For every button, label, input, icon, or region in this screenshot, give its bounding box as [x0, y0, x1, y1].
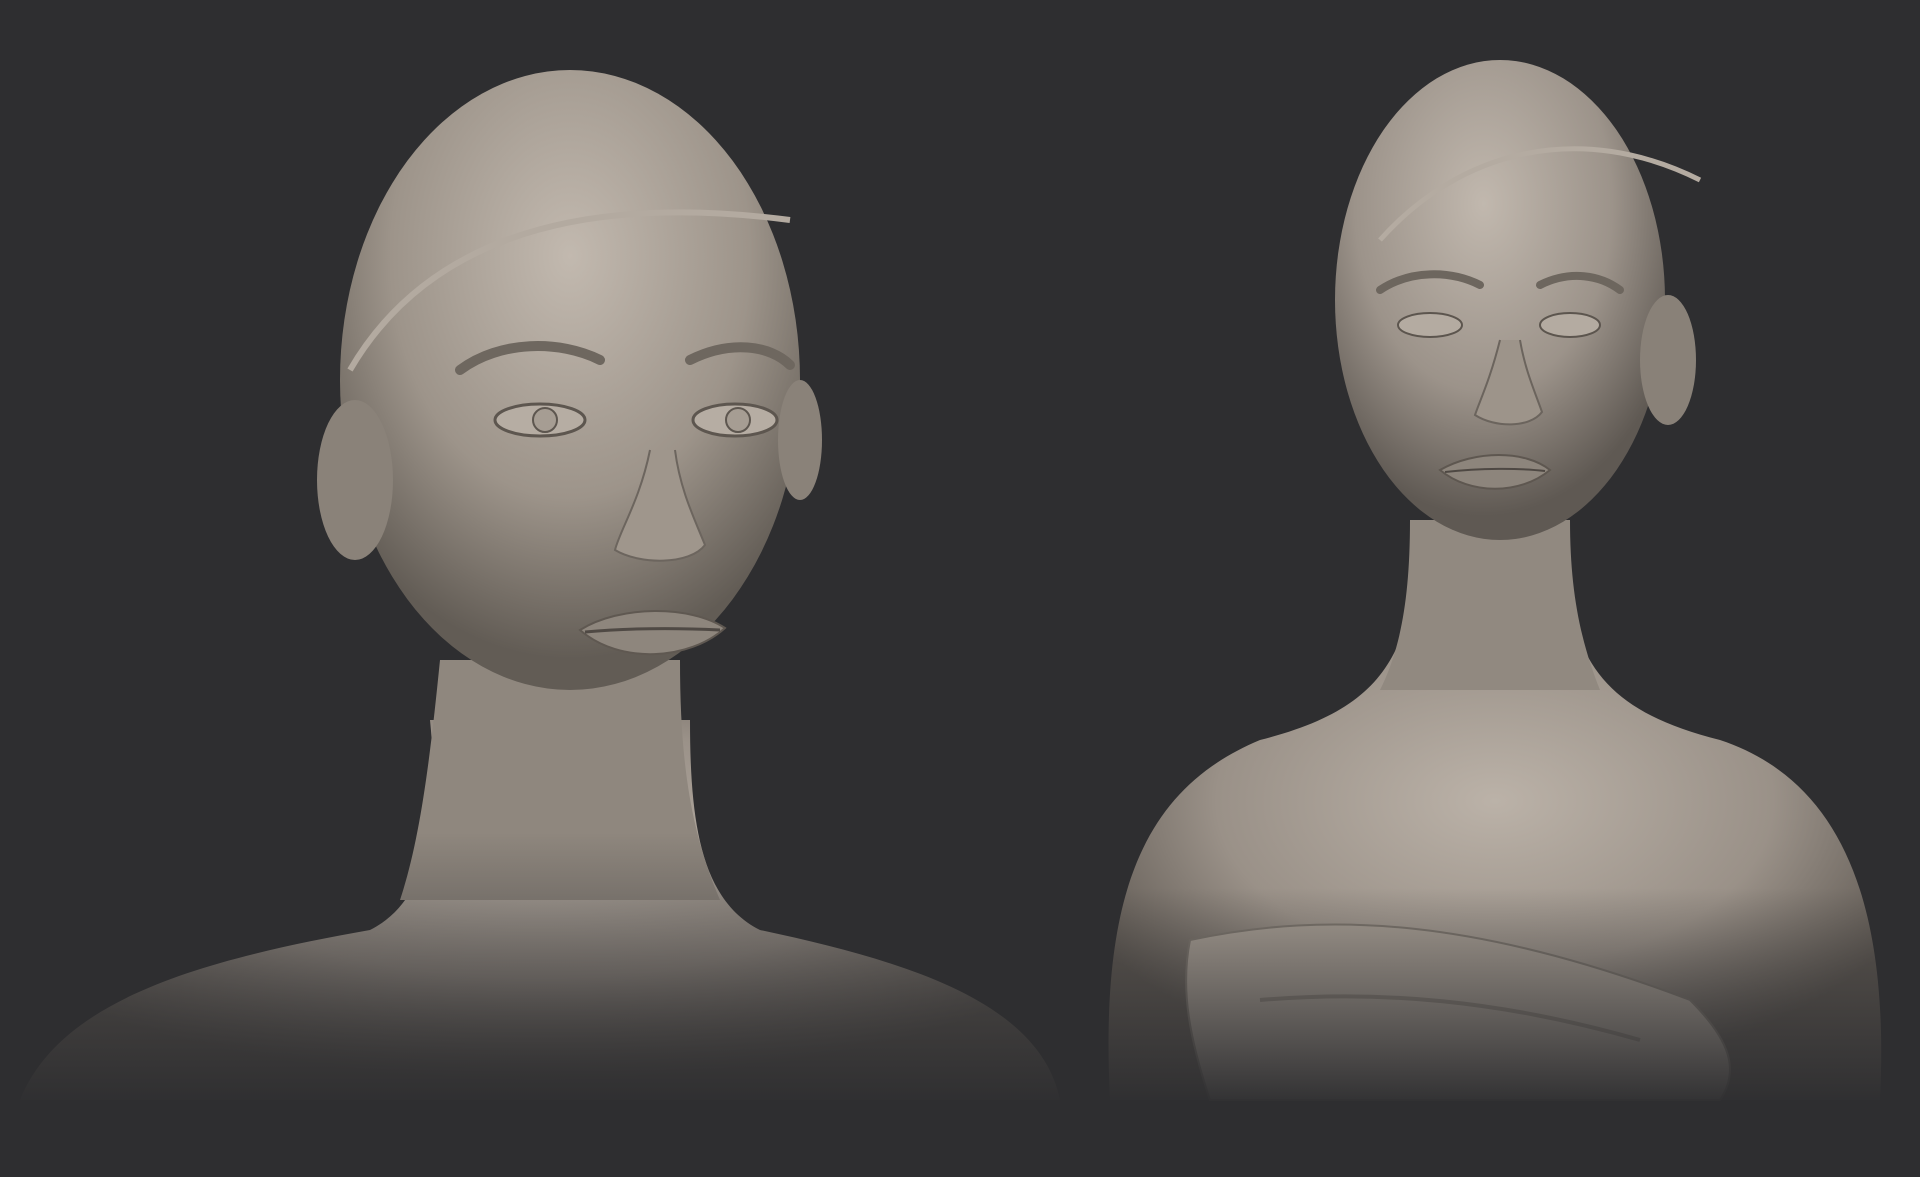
- render-canvas: [0, 0, 1920, 1177]
- three-quarter-bust-illustration: [1080, 0, 1920, 1110]
- front-bust-illustration: [0, 0, 1080, 1110]
- three-quarter-view-render: [1080, 0, 1920, 1110]
- front-view-render: [0, 0, 1080, 1110]
